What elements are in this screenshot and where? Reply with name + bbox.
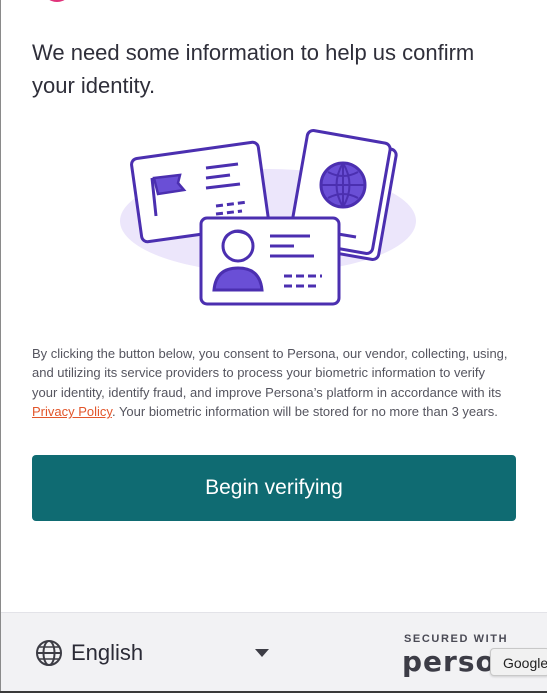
globe-icon — [36, 640, 62, 666]
id-documents-illustration — [120, 129, 416, 306]
brand-logo-icon — [42, 0, 72, 2]
privacy-policy-link[interactable]: Privacy Policy — [32, 404, 112, 419]
frame-border — [0, 0, 1, 693]
secured-with-label: SECURED WITH — [404, 633, 509, 645]
consent-text-start: By clicking the button below, you consen… — [32, 346, 508, 400]
chevron-down-icon — [255, 649, 269, 657]
page-heading: We need some information to help us conf… — [32, 40, 475, 98]
footer: English SECURED WITH persona — [1, 612, 547, 692]
consent-text-end: . Your biometric information will be sto… — [111, 404, 498, 420]
persona-brand-logo: persona — [402, 645, 490, 678]
begin-verifying-button[interactable]: Begin verifying — [32, 455, 516, 521]
google-translate-badge[interactable]: Google — [490, 648, 547, 676]
consent-text: By clicking the button below, you consen… — [32, 344, 512, 422]
language-label: English — [71, 640, 144, 665]
language-select[interactable]: English — [35, 637, 275, 669]
id-card-front-icon — [199, 216, 341, 306]
